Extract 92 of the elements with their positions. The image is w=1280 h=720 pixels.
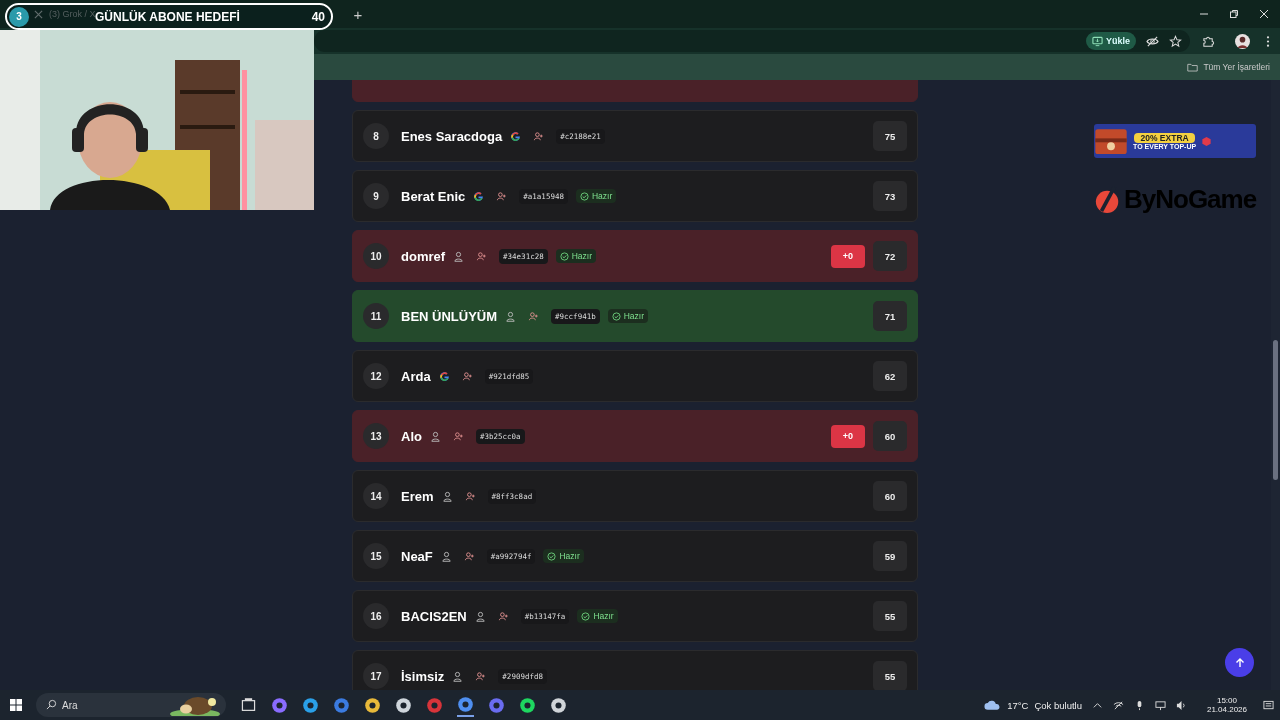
score-box: 55 xyxy=(873,661,907,690)
monitor-download-icon xyxy=(1092,35,1103,47)
check-circle-icon xyxy=(547,551,557,561)
ready-status: Hazır xyxy=(575,189,617,203)
search-icon xyxy=(46,699,57,710)
player-name: Alo xyxy=(401,428,422,444)
ready-status: Hazır xyxy=(555,249,596,263)
eye-off-icon[interactable] xyxy=(1146,34,1159,48)
scroll-top-button[interactable] xyxy=(1225,648,1254,677)
rank-number: 13 xyxy=(363,423,389,449)
star-icon[interactable] xyxy=(1169,34,1182,48)
bookmarks-link[interactable]: Tüm Yer İşaretleri xyxy=(1203,62,1270,72)
rank-number: 14 xyxy=(363,483,389,509)
google-icon xyxy=(438,370,450,382)
speaker-icon[interactable] xyxy=(1175,699,1187,711)
person-icon xyxy=(452,670,464,682)
score-box: 73 xyxy=(873,181,907,211)
score-box: 72 xyxy=(873,241,907,271)
rank-number: 10 xyxy=(363,243,389,269)
ready-status: Hazır xyxy=(543,549,584,563)
restore-icon[interactable] xyxy=(1229,9,1239,19)
add-friend-icon[interactable] xyxy=(476,250,488,262)
goal-label: GÜNLÜK ABONE HEDEFİ xyxy=(95,9,240,24)
ad-headline: 20% EXTRA xyxy=(1134,132,1195,143)
player-name: NeaF xyxy=(401,548,433,564)
player-name: BACIS2EN xyxy=(401,608,467,624)
score-box: 60 xyxy=(873,481,907,511)
weather-text: Çok bulutlu xyxy=(1034,699,1082,711)
check-circle-icon xyxy=(581,611,591,621)
folder-icon[interactable] xyxy=(1187,62,1199,72)
add-friend-icon[interactable] xyxy=(464,490,476,502)
menu-icon[interactable] xyxy=(1266,34,1270,48)
bonus-button[interactable]: +0 xyxy=(831,424,865,448)
cube-icon xyxy=(1201,135,1213,147)
google-icon xyxy=(473,190,485,202)
scrollbar-thumb[interactable] xyxy=(1273,340,1278,480)
check-circle-icon xyxy=(559,251,569,261)
person-icon xyxy=(441,490,453,502)
close-icon[interactable] xyxy=(1259,9,1269,19)
windows-logo-icon[interactable] xyxy=(10,699,22,711)
rank-number: 9 xyxy=(363,183,389,209)
goal-count: 40 xyxy=(311,9,325,24)
player-name: Enes Saracdoga xyxy=(401,128,503,144)
score-box: 59 xyxy=(873,541,907,571)
player-name: Arda xyxy=(401,368,431,384)
new-tab-button[interactable]: + xyxy=(353,5,363,23)
rank-number: 11 xyxy=(363,303,389,329)
clock-time[interactable]: 15:00 xyxy=(1216,696,1237,705)
ready-status: Hazır xyxy=(607,309,648,323)
x-logo-icon xyxy=(34,9,43,19)
player-name: domref xyxy=(401,248,446,264)
person-icon xyxy=(505,310,517,322)
score-box: 71 xyxy=(873,301,907,331)
player-name: Erem xyxy=(401,488,434,504)
puzzle-icon[interactable] xyxy=(1202,34,1215,48)
person-icon xyxy=(474,610,486,622)
person-icon xyxy=(440,550,452,562)
install-button[interactable]: Yükle xyxy=(1086,32,1136,50)
add-friend-icon[interactable] xyxy=(475,670,487,682)
add-friend-icon[interactable] xyxy=(452,430,464,442)
player-name: Berat Enic xyxy=(401,188,466,204)
rank-number: 12 xyxy=(363,363,389,389)
rank-number: 8 xyxy=(363,123,389,149)
rank-number: 16 xyxy=(363,603,389,629)
bonus-button[interactable]: +0 xyxy=(831,244,865,268)
score-box: 55 xyxy=(873,601,907,631)
add-friend-icon[interactable] xyxy=(496,190,508,202)
player-name: BEN ÜNLÜYÜM xyxy=(401,308,498,324)
score-box: 62 xyxy=(873,361,907,391)
add-friend-icon[interactable] xyxy=(463,550,475,562)
avatar-icon[interactable] xyxy=(1235,33,1250,49)
player-name: İsimsiz xyxy=(401,668,445,684)
temperature: 17°C xyxy=(1007,699,1029,711)
clock-date[interactable]: 21.04.2026 xyxy=(1206,705,1247,714)
add-friend-icon[interactable] xyxy=(528,310,540,322)
wifi-off-icon[interactable] xyxy=(1112,699,1124,711)
rank-number: 15 xyxy=(363,543,389,569)
google-icon xyxy=(510,130,522,142)
person-icon xyxy=(453,250,465,262)
add-friend-icon[interactable] xyxy=(497,610,509,622)
check-circle-icon xyxy=(611,311,621,321)
add-friend-icon[interactable] xyxy=(533,130,545,142)
notification-icon[interactable] xyxy=(1263,699,1274,711)
person-icon xyxy=(429,430,441,442)
address-bar[interactable]: Yükle xyxy=(314,30,1190,52)
ready-status: Hazır xyxy=(577,609,618,623)
score-box: 60 xyxy=(873,421,907,451)
score-box: 75 xyxy=(873,121,907,151)
check-circle-icon xyxy=(579,191,589,201)
cloud-icon xyxy=(984,699,1002,711)
rank-number: 17 xyxy=(363,663,389,689)
add-friend-icon[interactable] xyxy=(461,370,473,382)
